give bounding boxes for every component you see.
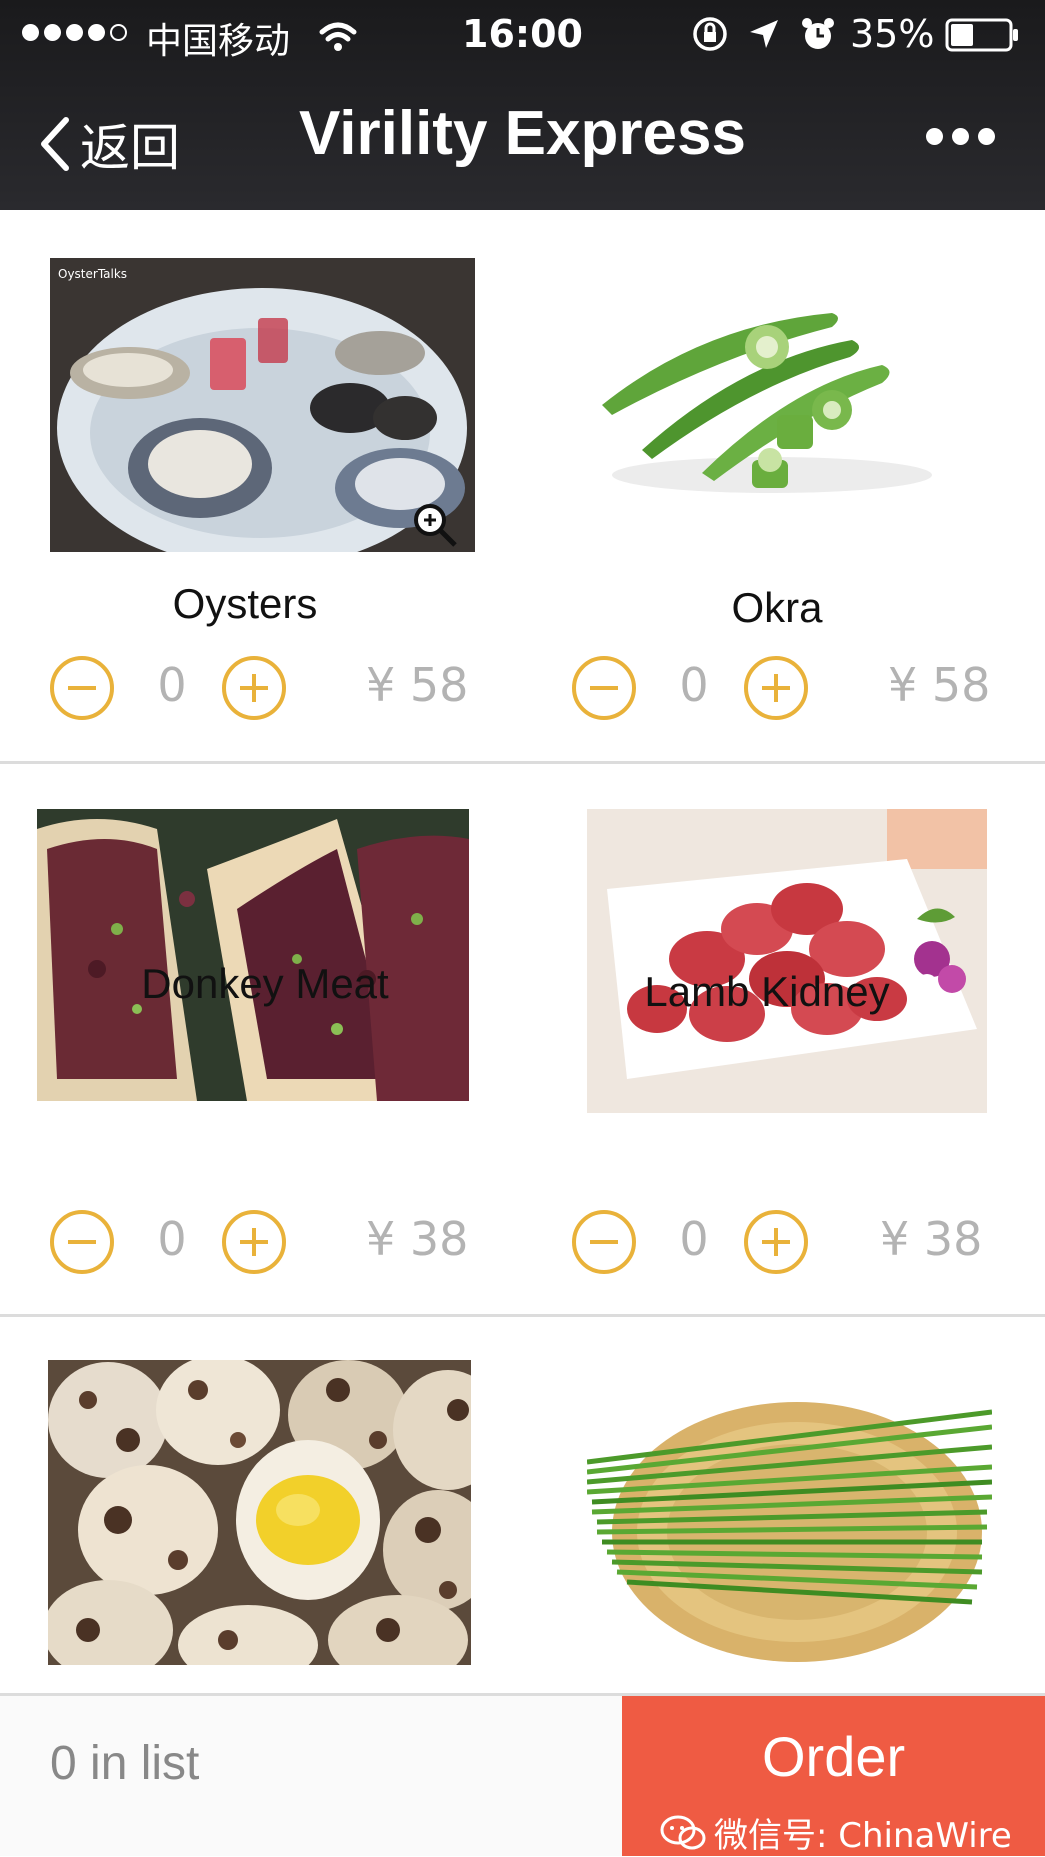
battery-icon bbox=[945, 18, 1018, 52]
quantity-value: 0 bbox=[157, 658, 187, 712]
page-title: Virility Express bbox=[299, 99, 746, 168]
product-card-donkey-meat: Donkey Meat 0 ¥ 38 bbox=[0, 764, 522, 1314]
navigation-bar: 返回 Virility Express bbox=[0, 90, 1045, 190]
cart-summary: 0 in list bbox=[50, 1737, 200, 1790]
oysters-photo-caption: OysterTalks bbox=[58, 267, 127, 281]
quail-eggs-photo[interactable] bbox=[48, 1360, 471, 1665]
price-label: ¥ 38 bbox=[366, 1212, 469, 1266]
decrease-button[interactable] bbox=[572, 1210, 636, 1274]
price-label: ¥ 38 bbox=[880, 1212, 983, 1266]
quantity-value: 0 bbox=[157, 1212, 187, 1266]
oysters-photo[interactable]: OysterTalks bbox=[50, 258, 475, 552]
wechat-logo-icon bbox=[660, 1815, 706, 1849]
top-bar: 中国移动 16:00 35% 返回 Virility Express bbox=[0, 0, 1045, 210]
product-card-lamb-kidney: Lamb Kidney 0 ¥ 38 bbox=[522, 764, 1044, 1314]
quantity-stepper: 0 ¥ 38 bbox=[0, 1204, 522, 1284]
increase-button[interactable] bbox=[222, 656, 286, 720]
chives-photo[interactable] bbox=[587, 1372, 992, 1672]
quantity-value: 0 bbox=[679, 1212, 709, 1266]
more-dot-icon bbox=[926, 128, 943, 145]
order-button-label: Order bbox=[762, 1725, 906, 1788]
price-label: ¥ 58 bbox=[366, 658, 469, 712]
product-card-chives bbox=[522, 1317, 1044, 1693]
more-dot-icon bbox=[952, 128, 969, 145]
product-name: Lamb Kidney bbox=[644, 968, 890, 1015]
decrease-button[interactable] bbox=[572, 656, 636, 720]
product-name: Donkey Meat bbox=[141, 960, 389, 1007]
okra-photo[interactable] bbox=[582, 245, 942, 545]
product-name: Okra bbox=[731, 584, 823, 631]
increase-button[interactable] bbox=[744, 656, 808, 720]
more-options-button[interactable] bbox=[926, 128, 995, 145]
location-arrow-icon bbox=[750, 20, 778, 48]
product-card-okra: Okra 0 ¥ 58 bbox=[522, 210, 1044, 760]
quantity-stepper: 0 ¥ 38 bbox=[522, 1204, 1044, 1284]
cart-bar: 0 in list Order 微信号: ChinaWire bbox=[0, 1693, 1045, 1856]
watermark-text: 微信号: ChinaWire bbox=[714, 1816, 1012, 1856]
quantity-stepper: 0 ¥ 58 bbox=[0, 650, 522, 730]
more-dot-icon bbox=[978, 128, 995, 145]
battery-percentage: 35% bbox=[850, 12, 935, 56]
quantity-stepper: 0 ¥ 58 bbox=[522, 650, 1044, 730]
wechat-watermark: 微信号: ChinaWire bbox=[660, 1808, 1012, 1857]
increase-button[interactable] bbox=[222, 1210, 286, 1274]
donkey-meat-photo[interactable] bbox=[37, 809, 469, 1101]
status-bar: 中国移动 16:00 35% bbox=[0, 0, 1045, 70]
price-label: ¥ 58 bbox=[888, 658, 991, 712]
rotation-lock-icon bbox=[693, 17, 727, 51]
product-card-quail-eggs bbox=[0, 1317, 522, 1693]
alarm-clock-icon bbox=[802, 18, 834, 49]
quantity-value: 0 bbox=[679, 658, 709, 712]
increase-button[interactable] bbox=[744, 1210, 808, 1274]
lamb-kidney-photo[interactable] bbox=[587, 809, 987, 1113]
decrease-button[interactable] bbox=[50, 1210, 114, 1274]
product-name: Oysters bbox=[172, 580, 318, 627]
product-card-oysters: OysterTalks Oysters 0 ¥ 58 bbox=[0, 210, 522, 760]
decrease-button[interactable] bbox=[50, 656, 114, 720]
